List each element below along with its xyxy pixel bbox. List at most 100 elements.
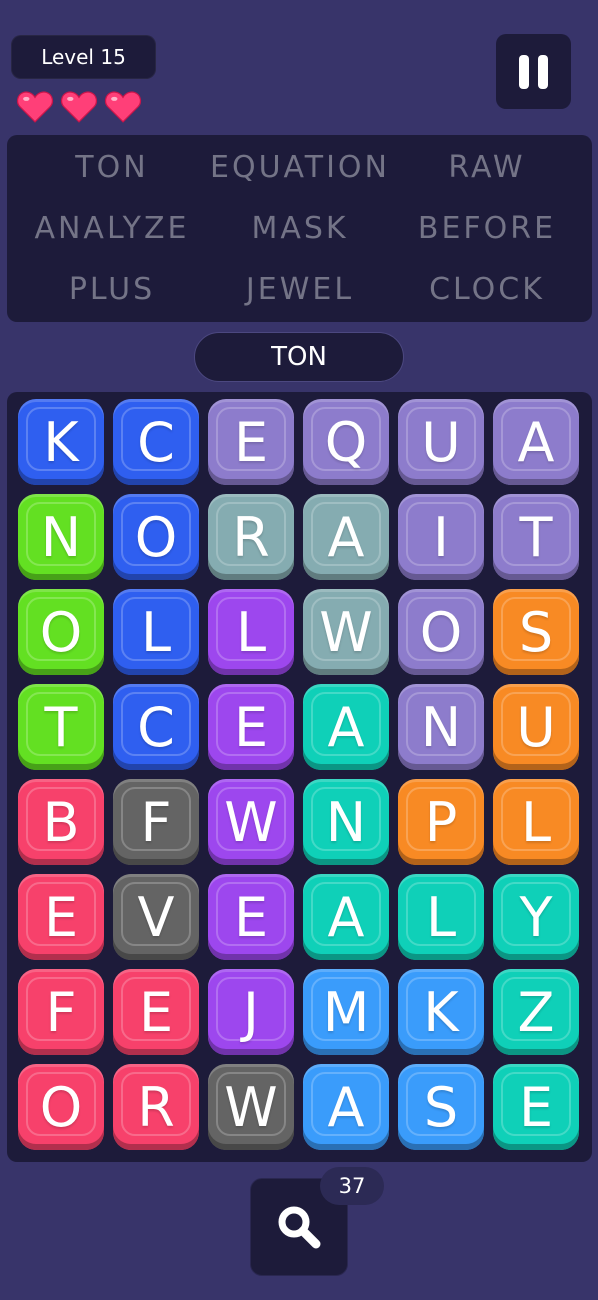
letter-tile[interactable]: M bbox=[303, 969, 389, 1055]
letter-tile[interactable]: C bbox=[113, 399, 199, 485]
tile-letter: A bbox=[327, 695, 365, 759]
hint-count-badge: 37 bbox=[320, 1167, 384, 1205]
tile-letter: L bbox=[425, 885, 457, 949]
letter-tile[interactable]: T bbox=[493, 494, 579, 580]
letter-tile[interactable]: F bbox=[18, 969, 104, 1055]
letter-tile[interactable]: I bbox=[398, 494, 484, 580]
tile-letter: N bbox=[325, 790, 367, 854]
lives-hearts bbox=[16, 88, 142, 124]
target-word: JEWEL bbox=[245, 272, 355, 307]
current-word-display: TON bbox=[194, 332, 404, 382]
letter-tile[interactable]: O bbox=[113, 494, 199, 580]
letter-tile[interactable]: C bbox=[113, 684, 199, 770]
tile-letter: E bbox=[518, 1075, 554, 1139]
letter-tile[interactable]: F bbox=[113, 779, 199, 865]
tile-letter: F bbox=[140, 790, 172, 854]
tile-letter: O bbox=[39, 600, 83, 664]
letter-tile[interactable]: U bbox=[493, 684, 579, 770]
tile-letter: E bbox=[233, 885, 269, 949]
tile-letter: Q bbox=[324, 410, 368, 474]
letter-tile[interactable]: Y bbox=[493, 874, 579, 960]
tile-letter: A bbox=[327, 885, 365, 949]
letter-tile[interactable]: R bbox=[208, 494, 294, 580]
target-word: CLOCK bbox=[429, 272, 545, 307]
tile-letter: E bbox=[233, 695, 269, 759]
tile-letter: U bbox=[516, 695, 556, 759]
letter-tile[interactable]: L bbox=[113, 589, 199, 675]
letter-tile[interactable]: N bbox=[398, 684, 484, 770]
tile-letter: E bbox=[43, 885, 79, 949]
tile-letter: T bbox=[44, 695, 78, 759]
letter-tile[interactable]: S bbox=[398, 1064, 484, 1150]
letter-tile[interactable]: U bbox=[398, 399, 484, 485]
letter-tile[interactable]: J bbox=[208, 969, 294, 1055]
letter-tile[interactable]: N bbox=[18, 494, 104, 580]
target-word: BEFORE bbox=[417, 211, 557, 246]
tile-letter: A bbox=[327, 1075, 365, 1139]
heart-icon bbox=[104, 91, 142, 123]
tile-letter: A bbox=[327, 505, 365, 569]
letter-tile[interactable]: R bbox=[113, 1064, 199, 1150]
tile-letter: R bbox=[137, 1075, 175, 1139]
tile-letter: W bbox=[224, 1075, 278, 1139]
letter-tile[interactable]: E bbox=[18, 874, 104, 960]
tile-letter: L bbox=[140, 600, 172, 664]
tile-letter: P bbox=[424, 790, 458, 854]
heart-icon bbox=[60, 91, 98, 123]
letter-tile[interactable]: A bbox=[303, 684, 389, 770]
tile-letter: C bbox=[137, 695, 175, 759]
letter-tile[interactable]: W bbox=[208, 1064, 294, 1150]
letter-tile[interactable]: O bbox=[398, 589, 484, 675]
letter-tile[interactable]: S bbox=[493, 589, 579, 675]
letter-tile[interactable]: Q bbox=[303, 399, 389, 485]
level-badge: Level 15 bbox=[11, 35, 156, 79]
letter-tile[interactable]: V bbox=[113, 874, 199, 960]
tile-letter: T bbox=[519, 505, 553, 569]
pause-icon-bar bbox=[538, 54, 548, 89]
target-word: EQUATION bbox=[210, 150, 390, 185]
letter-tile[interactable]: W bbox=[303, 589, 389, 675]
tile-letter: V bbox=[137, 885, 175, 949]
target-word: ANALYZE bbox=[34, 211, 190, 246]
letter-tile[interactable]: E bbox=[208, 399, 294, 485]
search-icon bbox=[278, 1206, 321, 1249]
tile-letter: N bbox=[40, 505, 82, 569]
letter-tile[interactable]: K bbox=[398, 969, 484, 1055]
tile-letter: C bbox=[137, 410, 175, 474]
tile-letter: F bbox=[45, 980, 77, 1044]
target-word: PLUS bbox=[68, 272, 156, 307]
letter-tile[interactable]: A bbox=[303, 494, 389, 580]
heart-icon bbox=[16, 91, 54, 123]
tile-letter: L bbox=[235, 600, 267, 664]
letter-tile[interactable]: E bbox=[493, 1064, 579, 1150]
letter-tile[interactable]: E bbox=[208, 874, 294, 960]
word-list-panel: TON EQUATION RAW ANALYZE MASK BEFORE PLUS JEWEL… bbox=[7, 135, 592, 322]
letter-tile[interactable]: P bbox=[398, 779, 484, 865]
letter-tile[interactable]: W bbox=[208, 779, 294, 865]
letter-tile[interactable]: K bbox=[18, 399, 104, 485]
letter-tile[interactable]: L bbox=[398, 874, 484, 960]
letter-tile[interactable]: Z bbox=[493, 969, 579, 1055]
letter-tile[interactable]: T bbox=[18, 684, 104, 770]
letter-tile[interactable]: L bbox=[493, 779, 579, 865]
letter-tile[interactable]: O bbox=[18, 589, 104, 675]
tile-letter: S bbox=[423, 1075, 459, 1139]
target-word: RAW bbox=[448, 150, 526, 185]
letter-tile[interactable]: O bbox=[18, 1064, 104, 1150]
letter-tile[interactable]: B bbox=[18, 779, 104, 865]
letter-tile[interactable]: A bbox=[303, 1064, 389, 1150]
tile-letter: A bbox=[517, 410, 555, 474]
letter-grid: KCEQUANORAITOLLWOSTCEANUBFWNPLEVEALYFEJM… bbox=[7, 392, 592, 1162]
letter-tile[interactable]: L bbox=[208, 589, 294, 675]
tile-letter: Y bbox=[519, 885, 553, 949]
pause-button[interactable] bbox=[496, 34, 571, 109]
pause-icon bbox=[519, 54, 529, 89]
target-word: TON bbox=[75, 150, 149, 185]
letter-tile[interactable]: E bbox=[208, 684, 294, 770]
tile-letter: O bbox=[39, 1075, 83, 1139]
letter-tile[interactable]: N bbox=[303, 779, 389, 865]
letter-tile[interactable]: E bbox=[113, 969, 199, 1055]
letter-tile[interactable]: A bbox=[303, 874, 389, 960]
tile-letter: O bbox=[134, 505, 178, 569]
letter-tile[interactable]: A bbox=[493, 399, 579, 485]
